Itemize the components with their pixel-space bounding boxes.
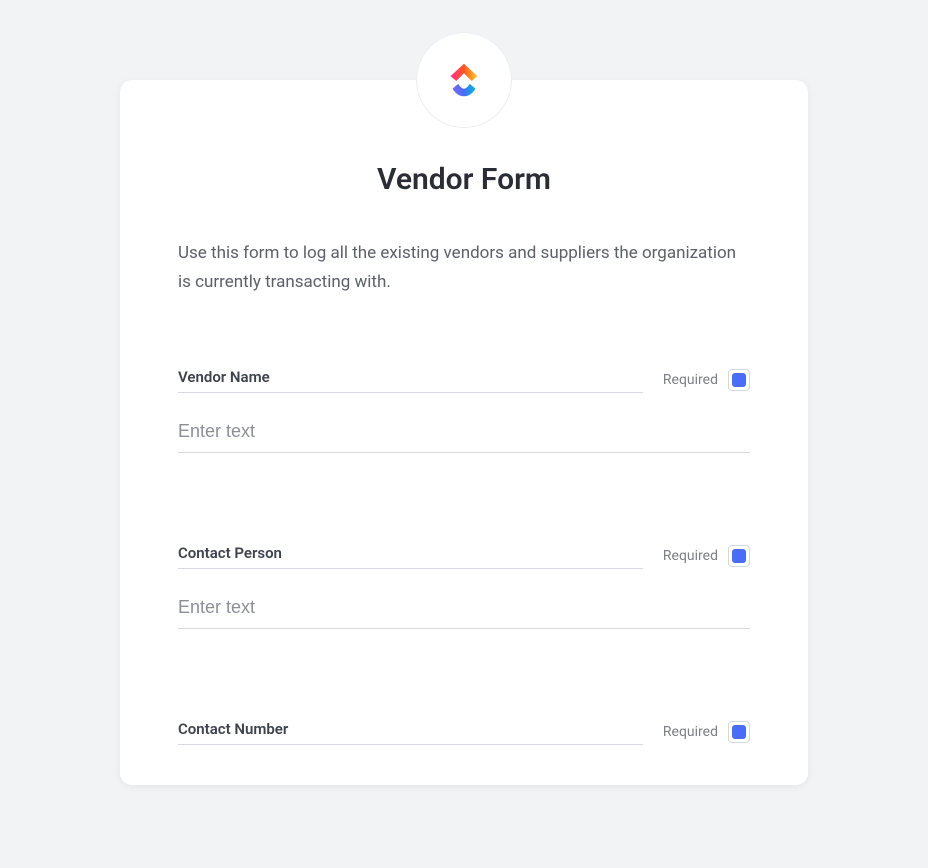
clickup-logo-icon [441,57,487,103]
form-field-vendor-name: Vendor Name Required [178,367,750,453]
form-description: Use this form to log all the existing ve… [178,239,750,297]
field-label-wrap: Contact Person [178,543,643,569]
form-field-contact-person: Contact Person Required [178,543,750,629]
field-header: Vendor Name Required [178,367,750,393]
vendor-name-input[interactable] [178,407,750,453]
required-toggle-indicator [732,725,746,739]
required-label: Required [663,548,718,564]
form-field-contact-number: Contact Number Required [178,719,750,745]
form-card: Vendor Form Use this form to log all the… [120,80,808,785]
field-label: Contact Number [178,720,288,738]
required-toggle-indicator [732,549,746,563]
required-toggle[interactable] [728,369,750,391]
required-wrap: Required [663,545,750,567]
required-wrap: Required [663,721,750,743]
field-label-wrap: Contact Number [178,719,643,745]
logo-container [416,32,512,128]
field-label: Contact Person [178,544,282,562]
required-label: Required [663,372,718,388]
field-label-wrap: Vendor Name [178,367,643,393]
required-toggle[interactable] [728,721,750,743]
required-wrap: Required [663,369,750,391]
required-toggle-indicator [732,373,746,387]
field-header: Contact Number Required [178,719,750,745]
required-label: Required [663,724,718,740]
field-label: Vendor Name [178,368,270,386]
contact-person-input[interactable] [178,583,750,629]
field-header: Contact Person Required [178,543,750,569]
required-toggle[interactable] [728,545,750,567]
